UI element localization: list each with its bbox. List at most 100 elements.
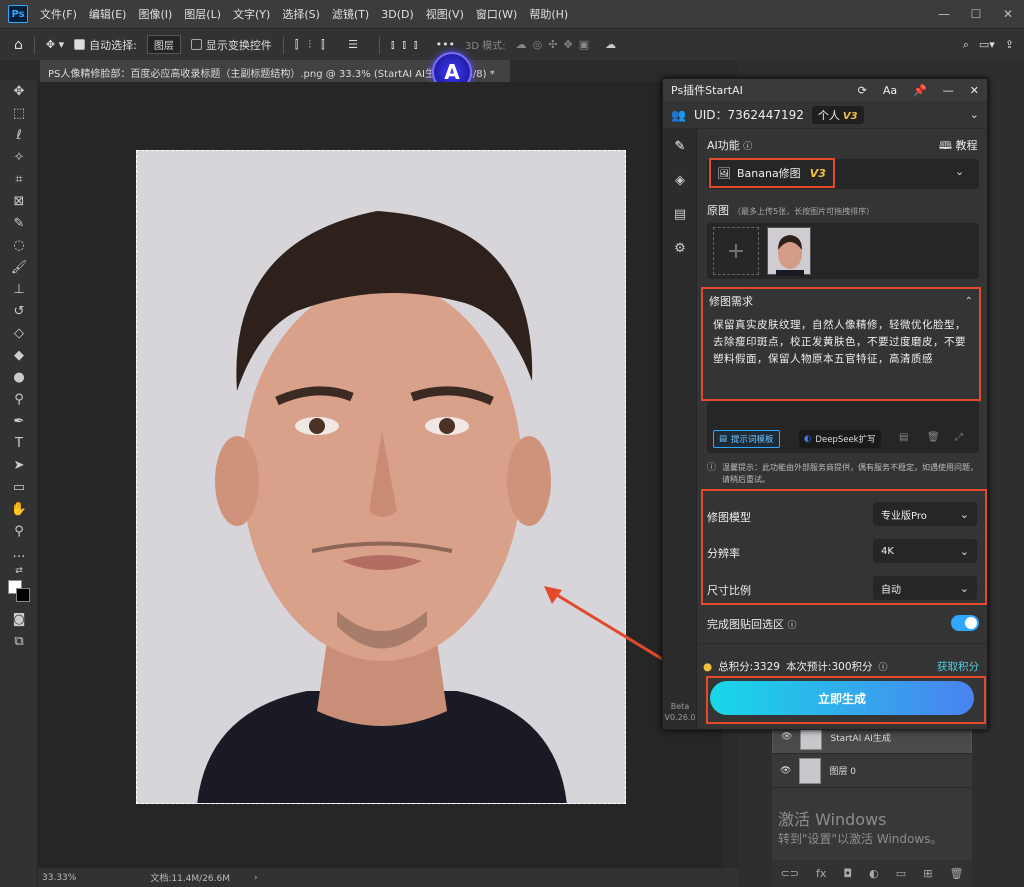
history-brush-icon[interactable]: ↺ <box>0 300 38 322</box>
more-options[interactable]: ••• <box>436 38 455 51</box>
maximize-icon[interactable]: ☐ <box>960 7 992 21</box>
close-icon[interactable]: ✕ <box>970 84 979 97</box>
workspace-icon[interactable]: ▭▾ <box>979 38 995 51</box>
chevron-down-icon[interactable]: ⌄ <box>955 165 964 178</box>
swap-colors-icon[interactable]: ⇄ <box>0 564 38 578</box>
cloud-icon[interactable]: ☁ <box>605 38 616 51</box>
layers-icon[interactable]: ◈ <box>663 163 697 197</box>
chevron-down-icon[interactable]: ⌄ <box>970 108 979 121</box>
checkbox-icon[interactable] <box>74 39 86 50</box>
group-icon[interactable]: ▭ <box>896 867 906 880</box>
transform-controls-checkbox[interactable]: 显示变换控件 <box>190 37 272 53</box>
dodge-tool-icon[interactable]: ⚲ <box>0 388 38 410</box>
requirement-textarea[interactable]: 保留真实皮肤纹理，自然人像精修，轻微优化脸型，去除瘦印斑点，校正发黄肤色，不要过… <box>703 313 979 372</box>
menu-image[interactable]: 图像(I) <box>138 6 172 22</box>
save-icon[interactable]: ▤ <box>663 197 697 231</box>
minimize-icon[interactable]: — <box>943 84 954 97</box>
menu-3d[interactable]: 3D(D) <box>381 8 414 21</box>
info-icon[interactable]: ⓘ <box>743 142 752 152</box>
search-icon[interactable]: ⌕ <box>963 38 969 52</box>
eye-icon[interactable]: 👁 <box>781 732 792 742</box>
magic-wand-tool-icon[interactable]: ✧ <box>0 146 38 168</box>
tutorial-link[interactable]: 🕮 教程 <box>939 137 977 156</box>
menu-filter[interactable]: 滤镜(T) <box>332 6 369 22</box>
zoom-level[interactable]: 33.33% <box>42 873 76 883</box>
type-tool-icon[interactable]: T <box>0 432 38 454</box>
source-thumbnail[interactable] <box>767 227 811 276</box>
layer-row[interactable]: 👁 图层 0 <box>772 754 972 788</box>
bucket-tool-icon[interactable]: ◆ <box>0 344 38 366</box>
expand-icon[interactable]: ⤢ <box>955 432 963 443</box>
fx-icon[interactable]: fx <box>816 867 826 880</box>
document-canvas[interactable] <box>136 150 626 804</box>
refresh-icon[interactable]: ⟳ <box>858 84 867 97</box>
history-icon[interactable]: ▤ <box>899 432 908 443</box>
checkbox-icon[interactable] <box>190 39 202 50</box>
pen-tool-icon[interactable]: ✒ <box>0 410 38 432</box>
menu-window[interactable]: 窗口(W) <box>476 6 517 22</box>
prompt-template-button[interactable]: ▤ 提示词模板 <box>713 430 780 448</box>
marquee-tool-icon[interactable]: ⬚ <box>0 102 38 124</box>
eyedropper-tool-icon[interactable]: ✎ <box>0 212 38 234</box>
distribute-icons[interactable]: ⫾⫾⫾ <box>391 38 426 52</box>
pin-icon[interactable]: 📌 <box>913 84 927 97</box>
menu-layer[interactable]: 图层(L) <box>184 6 221 22</box>
move-tool-icon[interactable]: ✥ <box>0 80 38 102</box>
eraser-tool-icon[interactable]: ◇ <box>0 322 38 344</box>
menu-type[interactable]: 文字(Y) <box>233 6 270 22</box>
lasso-tool-icon[interactable]: ℓ <box>0 124 38 146</box>
rectangle-tool-icon[interactable]: ▭ <box>0 476 38 498</box>
mask-icon[interactable]: ◘ <box>843 867 852 880</box>
close-icon[interactable]: ✕ <box>992 7 1024 21</box>
link-icon[interactable]: ⊂⊃ <box>781 867 799 880</box>
screen-mode-icon[interactable]: ⧉ <box>0 630 38 652</box>
resolution-dropdown[interactable]: 4K ⌄ <box>873 539 977 563</box>
status-arrow-icon[interactable]: › <box>254 873 258 883</box>
crop-tool-icon[interactable]: ⌗ <box>0 168 38 190</box>
menu-select[interactable]: 选择(S) <box>282 6 320 22</box>
menu-view[interactable]: 视图(V) <box>426 6 464 22</box>
zoom-tool-icon[interactable]: ⚲ <box>0 520 38 542</box>
menu-help[interactable]: 帮助(H) <box>529 6 568 22</box>
paste-back-toggle[interactable] <box>951 615 979 631</box>
plan-badge[interactable]: 个人 V3 <box>811 105 864 124</box>
chevron-up-icon[interactable]: ⌃ <box>965 296 973 307</box>
blur-tool-icon[interactable]: ● <box>0 366 38 388</box>
ai-func-selected[interactable]: 🖼 Banana修图 V3 <box>709 158 835 188</box>
add-image-button[interactable]: + <box>713 227 759 275</box>
share-icon[interactable]: ⇪ <box>1005 38 1014 51</box>
home-icon[interactable]: ⌂ <box>14 37 23 53</box>
hand-tool-icon[interactable]: ✋ <box>0 498 38 520</box>
generate-button[interactable]: 立即生成 <box>710 681 974 715</box>
model-dropdown[interactable]: 专业版Pro ⌄ <box>873 502 977 526</box>
auto-select-checkbox[interactable]: 自动选择: <box>74 37 137 53</box>
info-icon[interactable]: ⓘ <box>879 660 888 673</box>
edit-icon[interactable]: ✎ <box>663 129 697 163</box>
stamp-tool-icon[interactable]: ⊥ <box>0 278 38 300</box>
eye-icon[interactable]: 👁 <box>780 766 791 776</box>
menu-file[interactable]: 文件(F) <box>40 6 77 22</box>
trash-icon[interactable]: 🗑 <box>949 867 963 880</box>
settings-icon[interactable]: ⚙ <box>663 231 697 265</box>
more-tools-icon[interactable]: … <box>0 542 38 564</box>
deepseek-expand-button[interactable]: ◐ DeepSeek扩写 <box>799 430 881 448</box>
menu-edit[interactable]: 编辑(E) <box>89 6 127 22</box>
quick-mask-icon[interactable]: ◙ <box>0 608 38 630</box>
layer-select-dropdown[interactable]: 图层 <box>146 35 181 54</box>
brush-tool-icon[interactable]: 🖌 <box>0 256 38 278</box>
trash-icon[interactable]: 🗑 <box>927 432 940 443</box>
requirement-header[interactable]: 修图需求 ⌃ <box>703 289 979 313</box>
new-layer-icon[interactable]: ⊞ <box>923 867 932 880</box>
align-icons[interactable]: ⫿⫶⫿ ☰ <box>295 38 368 52</box>
font-size-icon[interactable]: Aa <box>883 84 897 97</box>
ratio-dropdown[interactable]: 自动 ⌄ <box>873 576 977 600</box>
adjustment-icon[interactable]: ◐ <box>869 867 879 880</box>
frame-tool-icon[interactable]: ⊠ <box>0 190 38 212</box>
healing-tool-icon[interactable]: ◌ <box>0 234 38 256</box>
move-tool-icon[interactable]: ✥ ▾ <box>46 38 64 51</box>
info-icon[interactable]: ⓘ <box>788 621 797 631</box>
get-points-link[interactable]: 获取积分 <box>937 659 979 674</box>
color-swatches[interactable] <box>0 578 37 608</box>
minimize-icon[interactable]: — <box>928 7 960 21</box>
path-select-icon[interactable]: ➤ <box>0 454 38 476</box>
